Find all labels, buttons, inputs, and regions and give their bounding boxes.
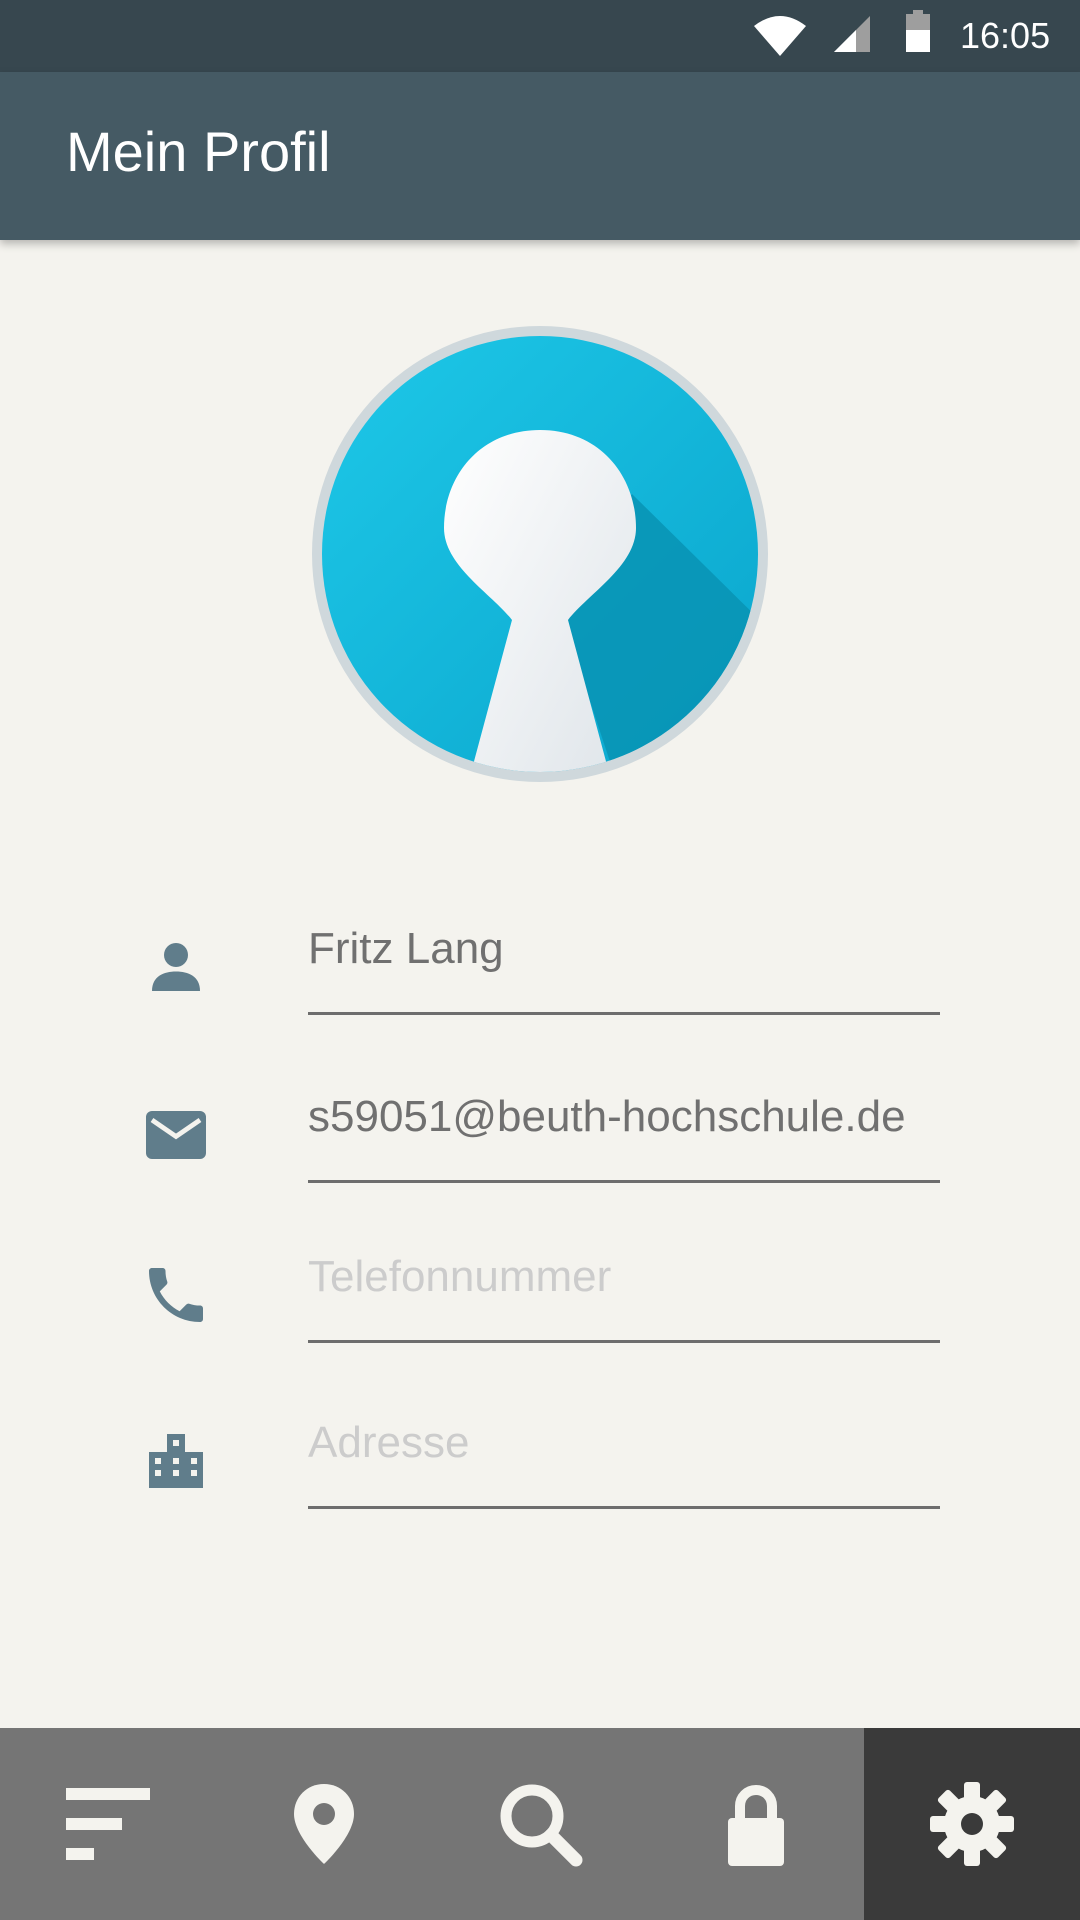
nav-search[interactable] bbox=[432, 1728, 648, 1920]
address-row: Adresse bbox=[0, 1389, 1080, 1509]
cell-signal-icon bbox=[834, 16, 870, 52]
bottom-navigation bbox=[0, 1728, 1080, 1920]
name-row: Fritz Lang bbox=[0, 895, 1080, 1015]
nav-filter[interactable] bbox=[0, 1728, 216, 1920]
search-icon bbox=[500, 1784, 583, 1867]
filter-list-icon bbox=[66, 1788, 150, 1860]
lock-icon bbox=[728, 1784, 784, 1866]
location-pin-icon bbox=[294, 1784, 354, 1864]
phone-field[interactable]: Telefonnummer bbox=[308, 1223, 940, 1343]
wifi-icon bbox=[754, 16, 806, 56]
status-bar: 16:05 bbox=[0, 0, 1080, 72]
email-field[interactable]: s59051@beuth-hochschule.de bbox=[308, 1063, 940, 1183]
page-title: Mein Profil bbox=[66, 120, 331, 183]
nav-location[interactable] bbox=[216, 1728, 432, 1920]
email-value: s59051@beuth-hochschule.de bbox=[308, 1092, 906, 1141]
profile-avatar[interactable] bbox=[312, 326, 768, 782]
building-icon bbox=[149, 1434, 203, 1488]
settings-gear-icon bbox=[930, 1782, 1014, 1866]
email-row: s59051@beuth-hochschule.de bbox=[0, 1063, 1080, 1183]
address-placeholder: Adresse bbox=[308, 1418, 470, 1467]
person-icon bbox=[152, 943, 200, 991]
phone-icon bbox=[149, 1268, 203, 1322]
battery-icon bbox=[906, 10, 930, 52]
phone-placeholder: Telefonnummer bbox=[308, 1252, 612, 1301]
mail-icon bbox=[146, 1111, 206, 1159]
nav-lock[interactable] bbox=[648, 1728, 864, 1920]
name-value: Fritz Lang bbox=[308, 924, 504, 973]
phone-row: Telefonnummer bbox=[0, 1223, 1080, 1343]
nav-settings[interactable] bbox=[864, 1728, 1080, 1920]
status-clock: 16:05 bbox=[960, 15, 1051, 56]
address-field[interactable]: Adresse bbox=[308, 1389, 940, 1509]
name-field[interactable]: Fritz Lang bbox=[308, 895, 940, 1015]
app-bar: Mein Profil bbox=[0, 72, 1080, 240]
